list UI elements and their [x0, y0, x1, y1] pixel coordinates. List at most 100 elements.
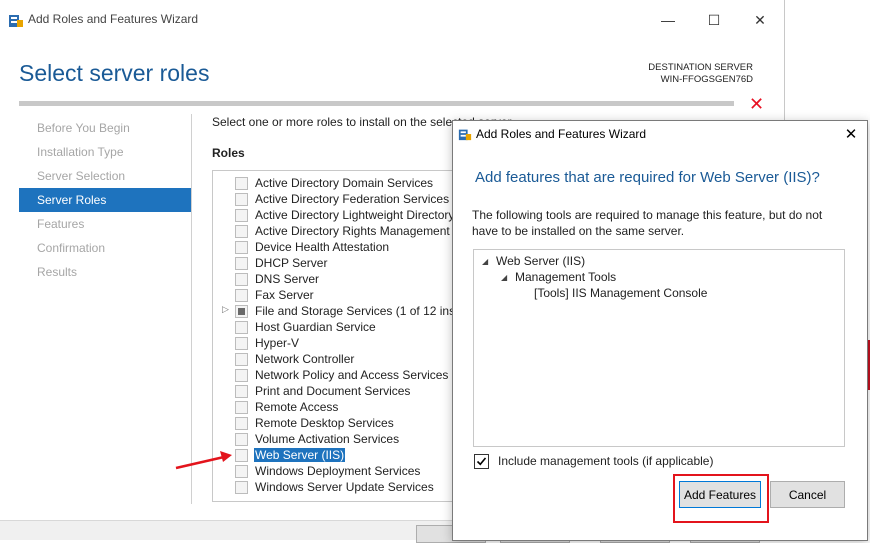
destination-server-label: DESTINATION SERVER [648, 62, 753, 73]
role-checkbox[interactable] [235, 257, 248, 270]
add-features-dialog: Add Roles and Features Wizard ✕ Add feat… [452, 120, 868, 541]
role-label: Active Directory Domain Services [255, 176, 434, 190]
tree-node[interactable]: Web Server (IIS) [496, 254, 585, 268]
add-features-button[interactable]: Add Features [679, 481, 761, 508]
dialog-app-icon [458, 129, 472, 141]
role-label: Windows Server Update Services [255, 480, 434, 494]
destination-server-name: WIN-FFOGSGEN76D [660, 74, 753, 85]
role-checkbox[interactable] [235, 209, 248, 222]
role-label: File and Storage Services (1 of 12 insta… [255, 304, 458, 318]
role-checkbox[interactable] [235, 177, 248, 190]
role-item[interactable]: Host Guardian Service [213, 319, 458, 335]
role-item[interactable]: Fax Server [213, 287, 458, 303]
header-divider [19, 101, 734, 106]
wizard-titlebar[interactable]: Add Roles and Features Wizard — ☐ ✕ [0, 6, 784, 34]
role-label: Active Directory Rights Management Servi… [255, 224, 458, 238]
red-arrow-annotation [175, 451, 232, 470]
role-item[interactable]: Active Directory Federation Services [213, 191, 458, 207]
role-label: Print and Document Services [255, 384, 411, 398]
tree-node[interactable]: Management Tools [515, 270, 616, 284]
role-item[interactable]: Active Directory Domain Services [213, 175, 458, 191]
tree-collapse-icon[interactable]: ◢ [501, 273, 507, 282]
role-item[interactable]: Network Controller [213, 351, 458, 367]
role-label: Host Guardian Service [255, 320, 376, 334]
expand-arrow-icon[interactable]: ▷ [222, 304, 229, 315]
role-item[interactable]: Remote Access [213, 399, 458, 415]
nav-item-server-selection[interactable]: Server Selection [19, 164, 191, 188]
nav-item-installation-type[interactable]: Installation Type [19, 140, 191, 164]
role-item[interactable]: Windows Deployment Services [213, 463, 458, 479]
role-checkbox[interactable] [235, 305, 248, 318]
tree-collapse-icon[interactable]: ◢ [482, 257, 488, 266]
role-checkbox[interactable] [235, 193, 248, 206]
nav-item-confirmation[interactable]: Confirmation [19, 236, 191, 260]
roles-label: Roles [212, 146, 245, 160]
page-title: Select server roles [19, 60, 210, 86]
nav-item-features[interactable]: Features [19, 212, 191, 236]
role-checkbox[interactable] [235, 289, 248, 302]
dialog-title: Add Roles and Features Wizard [476, 127, 647, 141]
role-checkbox[interactable] [235, 369, 248, 382]
wizard-nav: Before You Begin Installation Type Server … [19, 116, 191, 284]
tree-node[interactable]: [Tools] IIS Management Console [534, 286, 707, 300]
nav-divider [191, 114, 192, 504]
role-label: Active Directory Lightweight Directory S… [255, 208, 458, 222]
role-label: Hyper-V [255, 336, 300, 350]
role-item[interactable]: Web Server (IIS) [213, 447, 458, 463]
role-label: Volume Activation Services [255, 432, 400, 446]
checkmark-icon [476, 457, 487, 466]
role-label: DNS Server [255, 272, 320, 286]
dialog-titlebar[interactable]: Add Roles and Features Wizard ✕ [453, 121, 867, 149]
role-item[interactable]: Windows Server Update Services [213, 479, 458, 495]
role-checkbox[interactable] [235, 353, 248, 366]
role-label: Fax Server [255, 288, 314, 302]
role-label: Remote Access [255, 400, 339, 414]
dialog-close-button[interactable]: ✕ [841, 125, 861, 143]
include-management-tools-label: Include management tools (if applicable) [498, 454, 714, 468]
error-x-icon: ✕ [749, 94, 765, 114]
role-item[interactable]: Hyper-V [213, 335, 458, 351]
dialog-description: The following tools are required to mana… [472, 208, 823, 238]
role-checkbox[interactable] [235, 433, 248, 446]
role-checkbox[interactable] [235, 385, 248, 398]
role-checkbox[interactable] [235, 465, 248, 478]
role-item[interactable]: ▷ File and Storage Services (1 of 12 inst… [213, 303, 458, 319]
role-label: Web Server (IIS) [254, 448, 346, 462]
role-item[interactable]: Device Health Attestation [213, 239, 458, 255]
role-checkbox[interactable] [235, 273, 248, 286]
role-checkbox[interactable] [235, 481, 248, 494]
role-item[interactable]: DHCP Server [213, 255, 458, 271]
role-checkbox[interactable] [235, 321, 248, 334]
role-checkbox[interactable] [235, 417, 248, 430]
nav-item-results[interactable]: Results [19, 260, 191, 284]
role-checkbox[interactable] [235, 449, 248, 462]
role-label: Network Controller [255, 352, 355, 366]
role-item[interactable]: DNS Server [213, 271, 458, 287]
roles-list[interactable]: Active Directory Domain Services Active D… [212, 170, 459, 502]
nav-item-server-roles[interactable]: Server Roles [19, 188, 191, 212]
role-label: Network Policy and Access Services [255, 368, 449, 382]
features-tree[interactable]: ◢ Web Server (IIS) ◢ Management Tools [Tools… [473, 249, 845, 447]
wizard-title: Add Roles and Features Wizard [28, 12, 199, 26]
role-item[interactable]: Volume Activation Services [213, 431, 458, 447]
role-label: Active Directory Federation Services [255, 192, 450, 206]
role-checkbox[interactable] [235, 401, 248, 414]
nav-item-before-you-begin[interactable]: Before You Begin [19, 116, 191, 140]
role-label: Remote Desktop Services [255, 416, 394, 430]
dialog-heading: Add features that are required for Web S… [475, 169, 820, 186]
role-item[interactable]: Remote Desktop Services [213, 415, 458, 431]
include-management-tools-checkbox[interactable] [474, 454, 489, 469]
close-button[interactable]: ✕ [742, 8, 778, 32]
role-item[interactable]: Active Directory Rights Management Servi… [213, 223, 458, 239]
role-item[interactable]: Print and Document Services [213, 383, 458, 399]
role-item[interactable]: Active Directory Lightweight Directory S… [213, 207, 458, 223]
role-checkbox[interactable] [235, 337, 248, 350]
role-label: Device Health Attestation [255, 240, 390, 254]
maximize-button[interactable]: ☐ [696, 8, 732, 32]
role-item[interactable]: Network Policy and Access Services [213, 367, 458, 383]
cancel-button[interactable]: Cancel [770, 481, 845, 508]
minimize-button[interactable]: — [650, 8, 686, 32]
role-checkbox[interactable] [235, 241, 248, 254]
role-checkbox[interactable] [235, 225, 248, 238]
role-label: DHCP Server [255, 256, 328, 270]
